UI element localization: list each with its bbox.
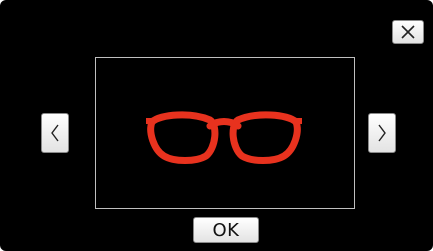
ok-button[interactable]: OK — [193, 217, 259, 243]
glasses-icon — [146, 111, 302, 164]
close-button[interactable] — [392, 20, 424, 44]
chevron-right-icon — [378, 124, 386, 142]
chevron-left-icon — [51, 124, 59, 142]
close-icon — [401, 25, 415, 39]
next-button[interactable] — [368, 113, 396, 153]
previous-button[interactable] — [41, 113, 69, 153]
screen: OK — [0, 0, 433, 251]
ok-button-label: OK — [212, 219, 240, 241]
